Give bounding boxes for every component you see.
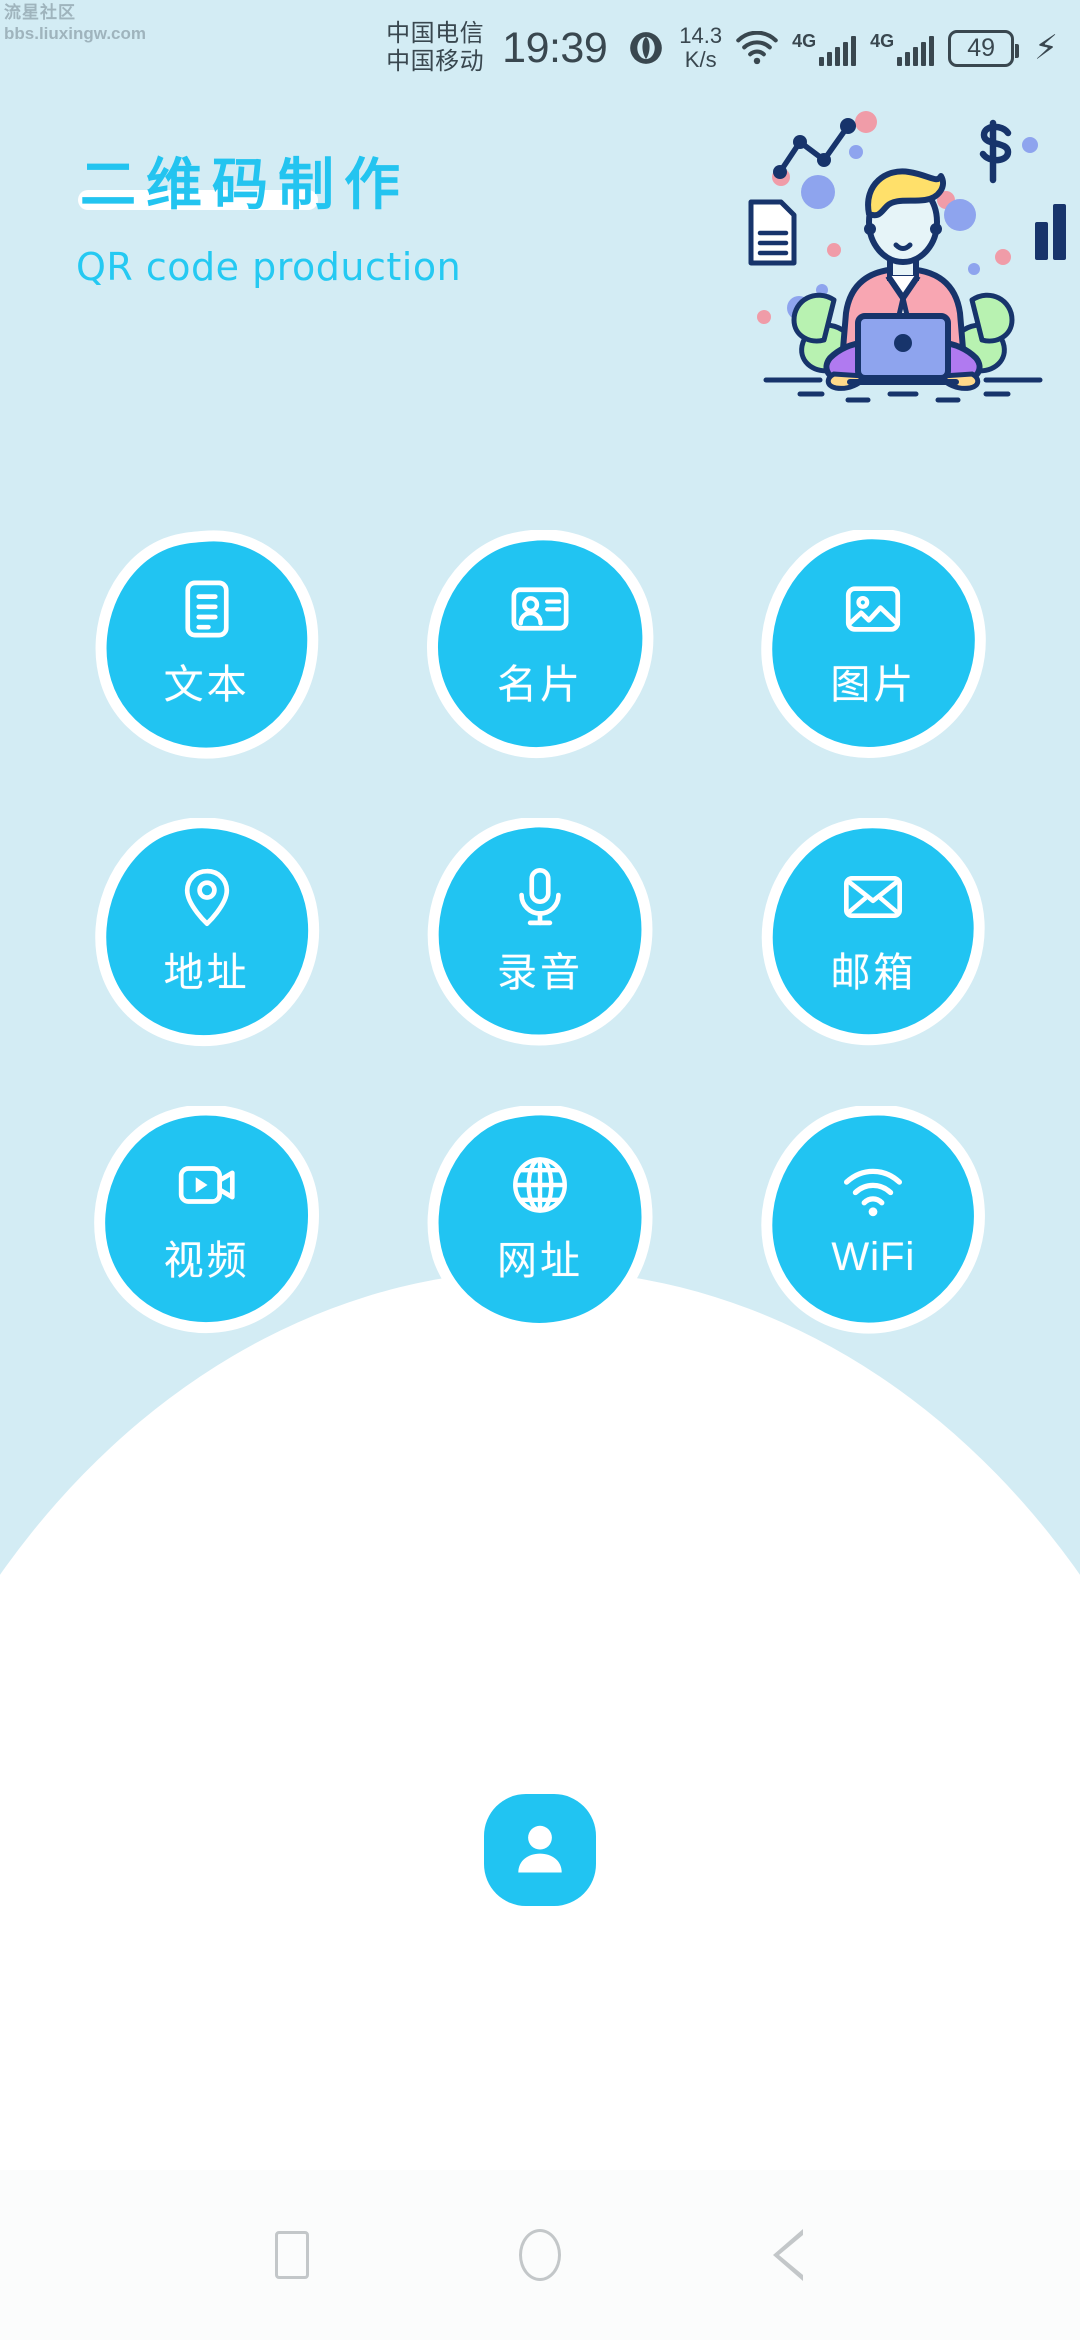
button-content: WiFi [831, 1159, 915, 1280]
button-label: 名片 [496, 662, 583, 708]
video-camera-icon [174, 1152, 240, 1218]
bottom-white-curve [0, 1270, 1080, 2170]
qr-type-button-video[interactable]: 视频 [92, 1106, 322, 1336]
microphone-icon [507, 864, 573, 930]
android-navigation-bar [0, 2170, 1080, 2340]
title-underline-highlight [78, 190, 318, 210]
qr-type-button-business-card[interactable]: 名片 [425, 530, 655, 760]
user-account-icon [509, 1817, 571, 1884]
envelope-mail-icon [840, 864, 906, 930]
qr-type-button-address[interactable]: 地址 [92, 818, 322, 1048]
title-block: 二维码制作 QR code production [76, 140, 461, 289]
page-subtitle: QR code production [76, 245, 462, 289]
signal-2-network-label: 4G [870, 30, 895, 51]
grid-cell: 邮箱 [707, 818, 1040, 1048]
watermark-url: bbs.liuxingw.com [4, 24, 146, 44]
globe-web-icon [507, 1152, 573, 1218]
button-label: 地址 [163, 950, 250, 996]
button-label: 录音 [496, 950, 583, 996]
grid-cell: 名片 [373, 530, 706, 760]
profile-account-button[interactable] [484, 1794, 596, 1906]
button-content: 录音 [497, 864, 583, 998]
signal-indicator-1: 4G [792, 30, 857, 66]
page-title: 二维码制作 [78, 153, 410, 218]
grid-cell: 录音 [373, 818, 706, 1048]
status-bar-clock: 19:39 [502, 23, 608, 72]
button-label: 网址 [496, 1238, 583, 1284]
square-recents-icon[interactable] [261, 2224, 323, 2286]
watermark: 流星社区 bbs.liuxingw.com [4, 2, 146, 45]
lightning-bolt-icon: ⚡ [1034, 29, 1058, 67]
carrier-labels: 中国电信 中国移动 [386, 20, 484, 77]
document-text-icon [174, 576, 240, 642]
button-label: 图片 [830, 662, 917, 708]
grid-cell: WiFi [707, 1106, 1040, 1336]
watermark-community: 流星社区 [4, 3, 76, 22]
id-card-icon [507, 576, 573, 642]
wifi-icon [736, 30, 778, 65]
qr-type-button-url[interactable]: 网址 [425, 1106, 655, 1336]
grid-cell: 视频 [40, 1106, 373, 1336]
carrier-1-label: 中国电信 [386, 19, 485, 47]
qr-type-button-wifi[interactable]: WiFi [758, 1106, 988, 1336]
circle-home-icon[interactable] [509, 2224, 571, 2286]
signal-2-bars [897, 35, 935, 66]
battery-indicator: 49 [948, 29, 1020, 67]
signal-indicator-2: 4G [870, 30, 935, 66]
signal-1-bars [819, 35, 857, 66]
signal-1-network-label: 4G [792, 30, 817, 51]
button-content: 邮箱 [830, 864, 916, 998]
button-label: 邮箱 [830, 950, 917, 996]
eye-comfort-icon [627, 29, 665, 67]
image-picture-icon [840, 576, 906, 642]
button-content: 文本 [164, 576, 250, 710]
grid-cell: 网址 [373, 1106, 706, 1336]
qr-type-grid: 文本 名片 图片 地址 录音 邮箱 视频 网址 WiFi [0, 530, 1080, 1336]
wifi-signal-icon [840, 1159, 906, 1225]
status-bar: 中国电信 中国移动 19:39 14.3 K/s 4G 4G 49 ⚡ [0, 0, 1080, 96]
triangle-back-icon[interactable] [757, 2224, 819, 2286]
person-with-laptop-illustration [738, 100, 1068, 410]
grid-cell: 地址 [40, 818, 373, 1048]
button-content: 视频 [164, 1152, 250, 1286]
grid-cell: 文本 [40, 530, 373, 760]
button-content: 图片 [830, 576, 916, 710]
location-pin-icon [174, 864, 240, 930]
grid-cell: 图片 [707, 530, 1040, 760]
carrier-2-label: 中国移动 [386, 48, 485, 75]
qr-type-button-audio[interactable]: 录音 [425, 818, 655, 1048]
button-label: 视频 [163, 1238, 250, 1284]
button-content: 网址 [497, 1152, 583, 1286]
button-label: 文本 [163, 662, 250, 708]
button-label: WiFi [831, 1234, 916, 1279]
qr-type-button-email[interactable]: 邮箱 [758, 818, 988, 1048]
network-speed: 14.3 K/s [679, 22, 723, 72]
button-content: 名片 [497, 576, 583, 710]
page-header: 二维码制作 QR code production [0, 96, 1080, 456]
qr-type-button-text[interactable]: 文本 [92, 530, 322, 760]
network-speed-value: 14.3 [679, 22, 723, 48]
qr-type-button-image[interactable]: 图片 [758, 530, 988, 760]
network-speed-unit: K/s [684, 47, 717, 72]
button-content: 地址 [164, 864, 250, 998]
